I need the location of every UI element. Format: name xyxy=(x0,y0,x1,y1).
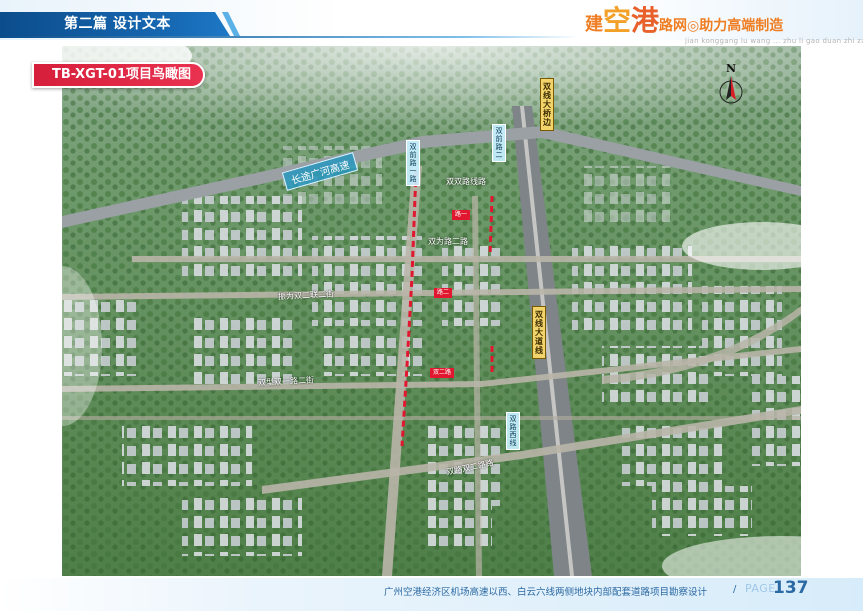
north-letter: N xyxy=(725,62,737,75)
brand-char-1: 建 xyxy=(585,14,603,35)
aerial-view-drawing xyxy=(62,46,801,576)
footer-caption: 广州空港经济区机场高速以西、白云六线两侧地块内部配套道路项目勘察设计 xyxy=(384,587,708,598)
header-rule xyxy=(0,36,580,38)
vertical-road-label-2: 双线大道线 xyxy=(532,306,546,359)
road-tag-2: 双前路二 xyxy=(492,124,506,162)
brand-slogan-a: 路网 xyxy=(659,18,688,34)
brand-wordmark: 建空港路网◎助力高端制造 xyxy=(585,7,784,39)
route-flag-2: 路二 xyxy=(434,288,453,298)
road-tag-3: 双路西线 xyxy=(506,412,520,450)
route-flag-3: 双二路 xyxy=(430,368,455,378)
footer-separator: / xyxy=(733,584,737,595)
vertical-road-label-1: 双线大桥边 xyxy=(540,78,554,131)
footer-page-word: PAGE xyxy=(745,582,776,595)
aerial-view-image xyxy=(62,46,801,576)
section-title: 第二篇 设计文本 xyxy=(64,16,171,32)
brand-slogan-b: ◎助力高端制造 xyxy=(687,18,784,34)
brand-char-2: 空 xyxy=(603,4,632,37)
page-number: 137 xyxy=(773,578,809,598)
north-arrow: N xyxy=(716,62,746,110)
brand-char-3: 港 xyxy=(631,4,660,37)
brand-subtitle: jian konggang lu wang ... zhu li gao dua… xyxy=(685,37,863,45)
road-label-mid-b: 双为路二路 xyxy=(428,237,468,246)
figure-label: TB-XGT-01项目鸟瞰图 xyxy=(32,62,206,88)
road-label-mid-a: 双双路线路 xyxy=(446,177,486,186)
brand-logo: 建空港路网◎助力高端制造 jian konggang lu wang ... z… xyxy=(585,6,863,50)
road-tag-1: 双前路一路 xyxy=(406,140,420,186)
route-flag-1: 路一 xyxy=(452,210,471,220)
